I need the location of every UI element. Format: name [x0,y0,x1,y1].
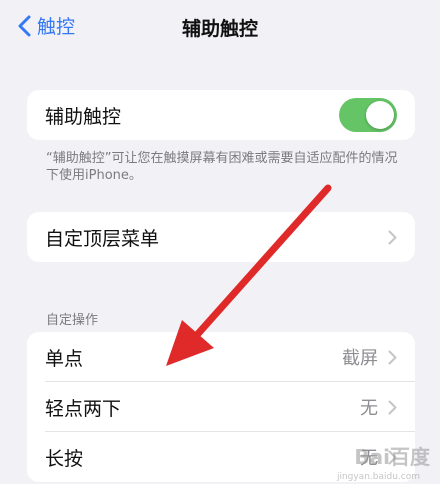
action-label: 单点 [45,347,84,370]
chevron-right-icon [388,400,397,414]
toggle-knob [366,101,394,129]
action-row-double-tap[interactable]: 轻点两下 无 [27,382,415,432]
customize-top-level-menu-row[interactable]: 自定顶层菜单 [27,212,415,262]
customize-top-level-menu-label: 自定顶层菜单 [45,227,160,250]
page-title: 辅助触控 [181,18,258,40]
watermark-url: jingyan.baidu.com [336,472,420,482]
customize-menu-card: 自定顶层菜单 [27,212,415,262]
assistive-touch-card: 辅助触控 [27,90,415,140]
action-label: 轻点两下 [45,397,122,420]
action-value: 截屏 [342,348,378,369]
assistive-touch-row: 辅助触控 [27,90,415,140]
assistive-touch-toggle[interactable] [339,98,397,132]
chevron-right-icon [388,230,397,244]
custom-actions-header: 自定操作 [46,313,99,328]
assistive-touch-footnote: “辅助触控”可让您在触摸屏幕有困难或需要自适应配件的情况下使用iPhone。 [46,151,398,183]
action-value: 无 [360,398,378,419]
chevron-right-icon [388,350,397,364]
assistive-touch-label: 辅助触控 [45,105,122,128]
navigation-bar: 触控 辅助触控 [0,0,440,52]
action-row-single-tap[interactable]: 单点 截屏 [27,332,415,382]
action-label: 长按 [45,447,84,470]
watermark: Bai百度 [354,445,430,469]
